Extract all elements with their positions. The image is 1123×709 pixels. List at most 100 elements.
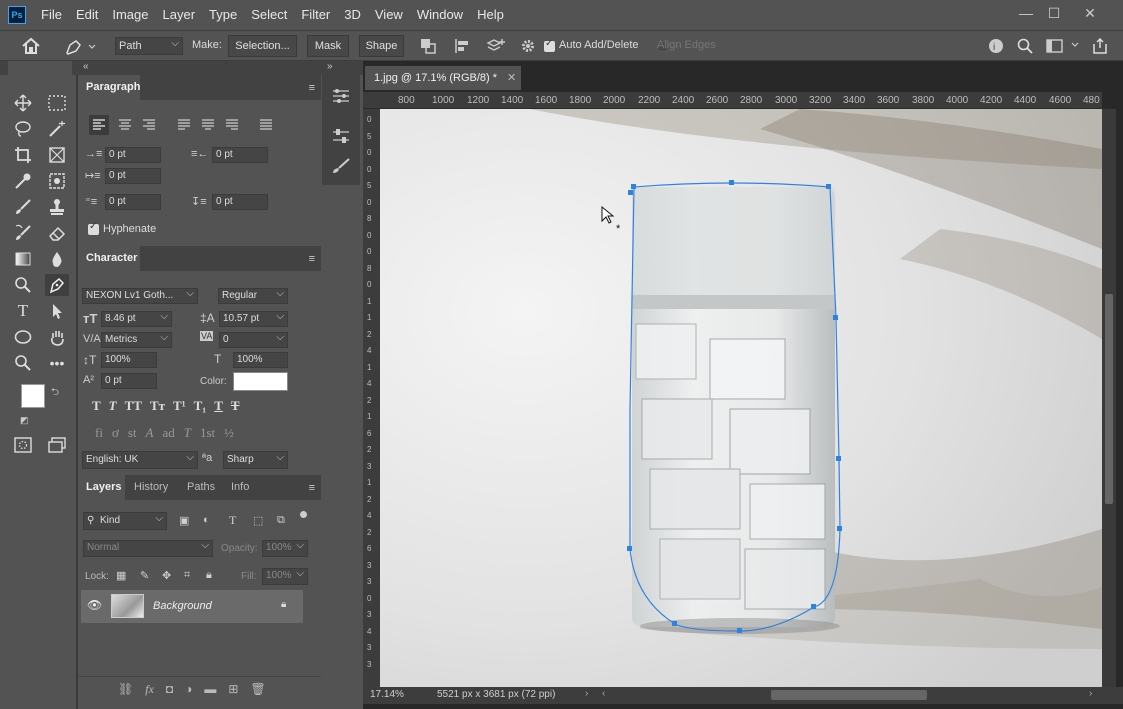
delete-layer-icon[interactable]: 🗑︎	[250, 682, 265, 697]
filter-type-icon[interactable]: T	[229, 513, 236, 528]
kerning-select[interactable]: Metrics	[101, 331, 172, 348]
eye-icon[interactable]: 👁︎	[87, 598, 102, 612]
menu-3d[interactable]: 3D	[337, 0, 368, 30]
language-select[interactable]: English: UK	[82, 450, 198, 469]
space-before-input[interactable]: 0 pt	[105, 194, 161, 210]
vertical-scrollbar[interactable]	[1102, 109, 1116, 687]
history-brush-tool-icon[interactable]	[11, 222, 35, 244]
canvas-image[interactable]: *	[380, 109, 1102, 687]
foreground-color-swatch[interactable]	[21, 384, 45, 408]
search-icon[interactable]	[1017, 38, 1033, 57]
frame-tool-icon[interactable]	[45, 144, 69, 166]
workspace-icon[interactable]	[1046, 39, 1080, 56]
expand-panels-icon[interactable]: »	[327, 61, 333, 72]
quick-mask-icon[interactable]	[11, 434, 35, 456]
maximize-button[interactable]: ☐	[1038, 0, 1070, 26]
indent-left-input[interactable]: 0 pt	[105, 147, 161, 163]
menu-select[interactable]: Select	[244, 0, 294, 30]
scroll-left-icon[interactable]: ‹	[602, 688, 605, 699]
menu-help[interactable]: Help	[470, 0, 511, 30]
align-right-icon[interactable]	[139, 115, 159, 138]
font-style-select[interactable]: Regular	[218, 287, 288, 304]
ligatures-button[interactable]: fi	[95, 425, 103, 441]
justify-all-icon[interactable]	[256, 115, 276, 138]
text-color-swatch[interactable]	[233, 372, 288, 391]
filter-pixel-icon[interactable]: ▣	[179, 514, 189, 527]
panel-menu-icon[interactable]: ≡	[309, 82, 315, 94]
horizontal-scale-input[interactable]: 100%	[233, 352, 288, 368]
opacity-input[interactable]: 100%	[262, 539, 308, 557]
fill-input[interactable]: 100%	[262, 567, 308, 585]
brush-tool-icon[interactable]	[11, 196, 35, 218]
make-selection-button[interactable]: Selection...	[228, 35, 297, 57]
indent-first-line-input[interactable]: 0 pt	[105, 168, 161, 184]
filter-adjustment-icon[interactable]: ◐	[203, 514, 210, 526]
filter-smart-object-icon[interactable]: ⧉	[277, 514, 285, 527]
lasso-tool-icon[interactable]	[11, 118, 35, 140]
eraser-tool-icon[interactable]	[45, 222, 69, 244]
collapse-panels-icon[interactable]: «	[83, 61, 89, 72]
panel-menu-icon[interactable]: ≡	[309, 482, 315, 494]
home-icon[interactable]	[20, 36, 44, 56]
menu-type[interactable]: Type	[202, 0, 244, 30]
horizontal-scroll-thumb[interactable]	[771, 690, 927, 700]
menu-layer[interactable]: Layer	[156, 0, 203, 30]
tab-paragraph[interactable]: Paragraph	[78, 75, 140, 100]
menu-view[interactable]: View	[368, 0, 410, 30]
vertical-ruler[interactable]: 0 5 0 0 5 0 8 0 0 8 0 1 1 2 4 1 4 2 1 6 2 3 1 2 4 2 6 3 3 0 3 4 3 3	[363, 109, 380, 687]
menu-filter[interactable]: Filter	[294, 0, 337, 30]
new-group-icon[interactable]: ▬	[204, 682, 216, 697]
make-shape-button[interactable]: Shape	[359, 35, 404, 57]
auto-add-delete-checkbox[interactable]	[544, 38, 555, 52]
lock-position-icon[interactable]: ✥	[162, 569, 171, 582]
pen-tool-icon[interactable]	[45, 274, 69, 296]
path-alignment-icon[interactable]	[454, 38, 470, 57]
tab-character[interactable]: Character	[78, 246, 140, 271]
all-caps-button[interactable]: TT	[125, 398, 142, 414]
space-after-input[interactable]: 0 pt	[212, 194, 268, 210]
marquee-tool-icon[interactable]	[45, 92, 69, 114]
font-family-select[interactable]: NEXON Lv1 Goth...	[82, 287, 198, 304]
swap-colors-icon[interactable]: ⮌	[51, 385, 59, 402]
path-arrangement-icon[interactable]	[486, 37, 506, 58]
underline-button[interactable]: T	[214, 398, 223, 414]
screen-mode-icon[interactable]	[45, 434, 69, 456]
menu-edit[interactable]: Edit	[69, 0, 105, 30]
layer-style-icon[interactable]: fx	[145, 682, 154, 697]
move-tool-icon[interactable]	[11, 92, 35, 114]
menu-image[interactable]: Image	[105, 0, 155, 30]
path-selection-tool-icon[interactable]	[45, 300, 69, 322]
zoom-tool-icon[interactable]	[11, 352, 35, 374]
add-mask-icon[interactable]: ◘	[166, 682, 173, 697]
ruler-tool-icon[interactable]	[45, 170, 69, 192]
panel-menu-icon[interactable]: ≡	[309, 253, 315, 265]
more-tools-icon[interactable]: •••	[45, 352, 69, 374]
swash-button[interactable]: A	[146, 425, 154, 441]
link-layers-icon[interactable]: ⛓︎	[118, 682, 133, 697]
subscript-button[interactable]: T₁	[194, 398, 207, 414]
pen-tool-preset-icon[interactable]	[63, 37, 97, 57]
adjustments-icon[interactable]	[331, 127, 351, 148]
fractions-button[interactable]: ½	[224, 425, 234, 441]
layer-row[interactable]: 👁︎ Background 🔒︎	[81, 590, 303, 623]
old-style-button[interactable]: ơ	[112, 425, 119, 441]
filter-shape-icon[interactable]: ⬚	[253, 514, 263, 527]
contextual-alternates-button[interactable]: T	[184, 425, 191, 441]
hyphenate-checkbox[interactable]	[88, 221, 99, 235]
faux-italic-button[interactable]: T	[109, 398, 117, 414]
new-layer-icon[interactable]: ⊞	[228, 682, 238, 697]
lock-transparent-icon[interactable]: ▦	[116, 569, 126, 582]
tool-mode-select[interactable]: Path	[115, 36, 183, 55]
crop-tool-icon[interactable]	[11, 144, 35, 166]
properties-icon[interactable]	[331, 87, 351, 108]
blend-mode-select[interactable]: Normal	[83, 539, 213, 557]
hand-tool-icon[interactable]	[45, 326, 69, 348]
gradient-tool-icon[interactable]	[11, 248, 35, 270]
zoom-level[interactable]: 17.14%	[370, 689, 404, 700]
justify-last-center-icon[interactable]	[198, 115, 218, 138]
leading-input[interactable]: 10.57 pt	[219, 310, 288, 327]
brush-settings-icon[interactable]	[331, 157, 351, 178]
horizontal-ruler[interactable]: 800 1000 1200 1400 1600 1800 2000 2200 2…	[363, 92, 1102, 109]
align-left-icon[interactable]	[89, 115, 109, 135]
tab-layers[interactable]: Layers	[78, 475, 125, 500]
